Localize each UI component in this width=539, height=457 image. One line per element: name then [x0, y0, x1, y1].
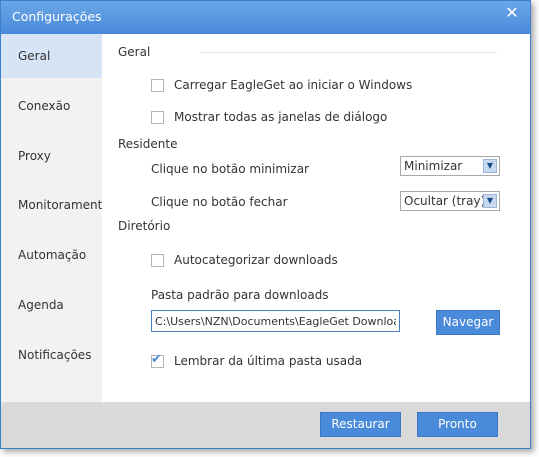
done-button[interactable]: Pronto — [417, 412, 498, 437]
close-label: Clique no botão fechar — [151, 195, 288, 209]
section-residente-label: Residente — [118, 137, 178, 151]
section-geral-label: Geral — [118, 45, 151, 59]
settings-window: Configurações ✕ Geral Conexão Proxy Moni… — [0, 0, 531, 449]
sidebar-item-geral[interactable]: Geral — [1, 34, 102, 78]
close-icon: ✕ — [505, 3, 519, 22]
sidebar-item-proxy[interactable]: Proxy — [1, 134, 102, 178]
close-action-select[interactable]: Ocultar (tray) ▼ — [400, 191, 500, 211]
close-button[interactable]: ✕ — [502, 3, 522, 23]
sidebar: Geral Conexão Proxy Monitoramento Automa… — [1, 34, 102, 402]
chevron-down-icon: ▼ — [483, 159, 497, 173]
sidebar-item-notificacoes[interactable]: Notificações — [1, 333, 102, 377]
checkbox-box — [151, 78, 164, 92]
section-diretorio-label: Diretório — [118, 219, 171, 233]
select-value: Minimizar — [404, 159, 463, 173]
checkbox-label: Autocategorizar downloads — [174, 253, 338, 267]
checkbox-box — [151, 110, 164, 124]
title-bar: Configurações ✕ — [1, 1, 530, 34]
browse-button[interactable]: Navegar — [436, 310, 500, 335]
load-on-start-checkbox[interactable]: Carregar EagleGet ao iniciar o Windows — [151, 78, 412, 92]
minimize-action-select[interactable]: Minimizar ▼ — [400, 156, 500, 176]
sidebar-item-agenda[interactable]: Agenda — [1, 283, 102, 327]
default-folder-label: Pasta padrão para downloads — [151, 288, 329, 302]
checkbox-box — [151, 253, 164, 267]
check-icon: ✔ — [151, 351, 162, 367]
sidebar-item-monitoramento[interactable]: Monitoramento — [1, 183, 102, 227]
checkbox-label: Mostrar todas as janelas de diálogo — [174, 110, 388, 124]
checkbox-label: Lembrar da última pasta usada — [174, 354, 363, 368]
restore-button[interactable]: Restaurar — [320, 412, 401, 437]
default-folder-input[interactable] — [151, 310, 400, 332]
autocategorize-checkbox[interactable]: Autocategorizar downloads — [151, 253, 338, 267]
window-title: Configurações — [12, 9, 102, 24]
chevron-down-icon: ▼ — [483, 194, 497, 208]
show-all-dialogs-checkbox[interactable]: Mostrar todas as janelas de diálogo — [151, 110, 387, 124]
checkbox-label: Carregar EagleGet ao iniciar o Windows — [174, 78, 413, 92]
sidebar-item-conexao[interactable]: Conexão — [1, 84, 102, 128]
minimize-label: Clique no botão minimizar — [151, 162, 309, 176]
sidebar-item-automacao[interactable]: Automação — [1, 233, 102, 277]
remember-last-folder-checkbox[interactable]: ✔ Lembrar da última pasta usada — [151, 351, 363, 368]
select-value: Ocultar (tray) — [404, 194, 486, 208]
footer-bar: Restaurar Pronto — [1, 402, 530, 448]
section-divider — [201, 52, 497, 53]
checkbox-box: ✔ — [151, 351, 164, 368]
